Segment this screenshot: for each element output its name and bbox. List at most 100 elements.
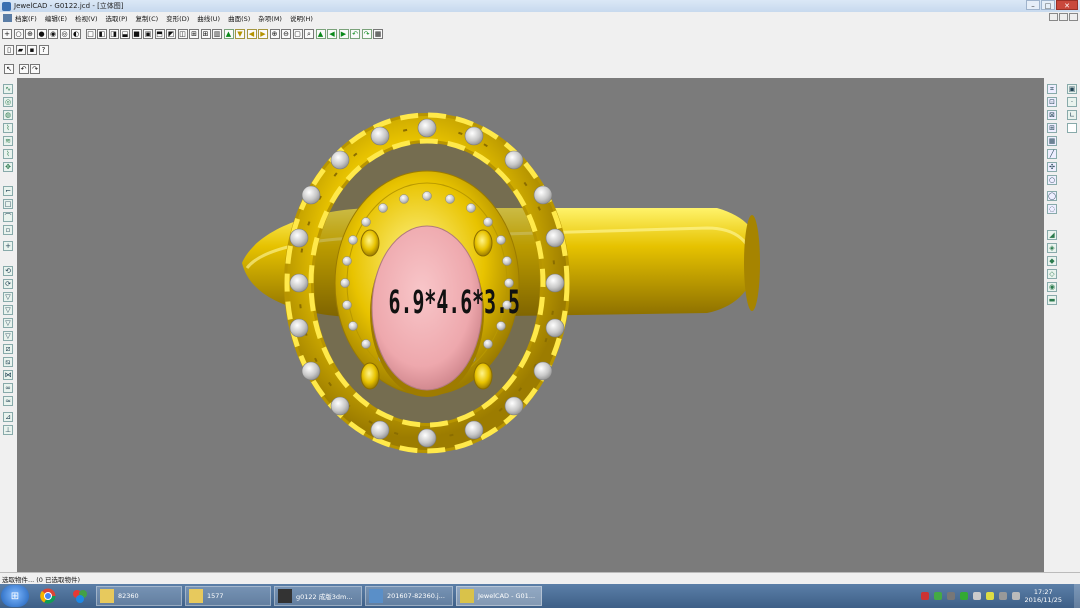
material-copper-icon[interactable]: ◆ — [1047, 256, 1057, 266]
menu-file[interactable]: 档案(F) — [15, 13, 37, 23]
render-icon[interactable]: ▦ — [373, 28, 383, 39]
open-folder-icon[interactable]: ▰ — [15, 45, 26, 55]
blank-tool-icon[interactable] — [1067, 123, 1077, 133]
move-tool-icon[interactable]: ⊞ — [1047, 123, 1057, 133]
task-g0122-3dm[interactable]: g0122 成版3dm... — [274, 586, 362, 606]
tray-flag-icon[interactable] — [985, 592, 994, 600]
rotate-left-icon[interactable]: ◀ — [327, 28, 337, 39]
point-tool-icon[interactable]: ⌗ — [1047, 84, 1057, 94]
task-82360[interactable]: 82360 — [96, 586, 182, 606]
view-bottom-icon[interactable]: ⬓ — [120, 28, 130, 39]
pointer-icon[interactable]: ↖ — [4, 64, 14, 74]
view-frame-icon[interactable]: ▣ — [143, 28, 153, 39]
task-jewelcad[interactable]: JewelCAD - G01... — [456, 586, 542, 606]
menu-curve[interactable]: 曲线(U) — [197, 13, 220, 23]
rotate-tool-icon[interactable]: ⟲ — [3, 266, 13, 276]
circle-icon[interactable]: ○ — [13, 28, 24, 39]
help-icon[interactable]: ? — [38, 45, 49, 55]
corner-tool-icon[interactable]: ∟ — [1067, 110, 1077, 120]
bracket-tool-icon[interactable]: ⌐ — [3, 186, 13, 196]
material-silver-icon[interactable]: ◈ — [1047, 243, 1057, 253]
arrow-left-icon[interactable]: ◀ — [246, 28, 257, 39]
ruler-tool-icon[interactable]: ⊥ — [3, 425, 13, 435]
redo-icon[interactable]: ↷ — [30, 64, 40, 74]
view-corner-icon[interactable]: ◩ — [166, 28, 176, 39]
curve-tool-icon[interactable]: ∿ — [3, 84, 13, 94]
array-tool-icon[interactable]: ∞ — [3, 383, 13, 393]
new-file-icon[interactable]: ▯ — [4, 45, 14, 55]
minimize-button[interactable]: – — [1026, 0, 1040, 10]
circle-tool-icon[interactable]: ○ — [1047, 175, 1057, 185]
view-left-icon[interactable]: ◧ — [97, 28, 107, 39]
task-image-viewer[interactable]: 201607-82360.j... — [365, 586, 453, 606]
view-split2-icon[interactable]: ◫ — [177, 28, 188, 39]
sphere-icon[interactable]: ◉ — [48, 28, 58, 39]
triangle-up-icon[interactable]: ▲ — [223, 28, 234, 39]
maximize-button[interactable]: □ — [1041, 0, 1055, 10]
crosshair-icon[interactable]: + — [2, 28, 12, 39]
save-icon[interactable]: ▪ — [27, 45, 37, 55]
view-split4-icon[interactable]: ⊞ — [189, 28, 199, 39]
tray-usb-icon[interactable] — [972, 592, 981, 600]
rectangle-tool-icon[interactable]: □ — [3, 199, 13, 209]
oval-tool-icon[interactable]: ◌ — [1047, 204, 1057, 214]
scale-tool-icon[interactable]: ▽ — [3, 292, 13, 302]
material-pearl-icon[interactable]: ◉ — [1047, 282, 1057, 292]
triangle-down-icon[interactable]: ▼ — [235, 28, 245, 39]
shear-tool-icon[interactable]: ⧄ — [3, 344, 13, 354]
ellipse-tool-icon[interactable]: ◯ — [1047, 191, 1057, 201]
zoom-all-icon[interactable]: ⌕ — [304, 28, 314, 39]
chrome-icon[interactable] — [35, 585, 61, 607]
view-solid-icon[interactable]: ■ — [131, 28, 142, 39]
revolve-tool-icon[interactable]: ◍ — [3, 110, 13, 120]
tray-volume-icon[interactable] — [1011, 592, 1020, 600]
circle-plus-icon[interactable]: ⊕ — [25, 28, 35, 39]
loft-tool-icon[interactable]: ≋ — [3, 136, 13, 146]
tray-signal-icon[interactable] — [998, 592, 1007, 600]
twist-tool-icon[interactable]: ▽ — [3, 318, 13, 328]
menu-select[interactable]: 选取(P) — [106, 13, 128, 23]
square-icon[interactable]: □ — [85, 28, 96, 39]
filled-circle-icon[interactable]: ● — [36, 28, 47, 39]
menu-deform[interactable]: 变形(D) — [166, 13, 189, 23]
view-right-icon[interactable]: ◨ — [108, 28, 119, 39]
sweep-tool-icon[interactable]: ⌇ — [3, 123, 13, 133]
close-button[interactable]: ✕ — [1056, 0, 1078, 10]
material-color-icon[interactable]: ▬ — [1047, 295, 1057, 305]
bend-tool-icon[interactable]: ▽ — [3, 331, 13, 341]
align-tool-icon[interactable]: ⋈ — [3, 370, 13, 380]
project-tool-icon[interactable]: ⧅ — [3, 357, 13, 367]
wave-tool-icon[interactable]: ≈ — [3, 396, 13, 406]
layer-tool-icon[interactable]: ▣ — [1067, 84, 1077, 94]
tray-app-icon[interactable] — [920, 592, 929, 600]
arc-tool-icon[interactable]: ⌒ — [3, 212, 13, 222]
dot-tool-icon[interactable]: · — [1067, 97, 1077, 107]
mdi-minimize-button[interactable] — [1049, 13, 1058, 21]
tray-device-icon[interactable] — [946, 592, 955, 600]
taper-tool-icon[interactable]: ▽ — [3, 305, 13, 315]
zoom-window-icon[interactable]: ▢ — [292, 28, 303, 39]
tray-security-icon[interactable] — [959, 592, 968, 600]
rotate-ccw-icon[interactable]: ↶ — [350, 28, 360, 39]
task-1577[interactable]: 1577 — [185, 586, 271, 606]
rotate-up-icon[interactable]: ▲ — [315, 28, 326, 39]
snap-tool-icon[interactable]: ✣ — [1047, 162, 1057, 172]
menu-edit[interactable]: 编辑(E) — [45, 13, 67, 23]
grid-tool-icon[interactable]: ▦ — [1047, 136, 1057, 146]
mdi-restore-button[interactable] — [1059, 13, 1068, 21]
zoom-in-icon[interactable]: ⊕ — [269, 28, 280, 39]
axis-tool-icon[interactable]: + — [3, 241, 13, 251]
3d-viewport[interactable]: 6.9*4.6*3.5 — [17, 78, 1044, 572]
colorful-app-icon[interactable] — [67, 585, 93, 607]
mdi-close-button[interactable] — [1069, 13, 1078, 21]
measure-tool-icon[interactable]: ⊿ — [3, 412, 13, 422]
start-button[interactable]: ⊞ — [1, 585, 29, 607]
undo-icon[interactable]: ↶ — [18, 64, 29, 74]
material-gold-icon[interactable]: ◢ — [1047, 230, 1057, 240]
rotate-cw-icon[interactable]: ↷ — [361, 28, 372, 39]
tray-network-icon[interactable] — [933, 592, 942, 600]
view-grid-icon[interactable]: ⊞ — [200, 28, 211, 39]
menu-copy[interactable]: 复制(C) — [136, 13, 159, 23]
show-desktop-button[interactable] — [1074, 584, 1080, 608]
mirror-tool-icon[interactable]: ⟳ — [3, 279, 13, 289]
